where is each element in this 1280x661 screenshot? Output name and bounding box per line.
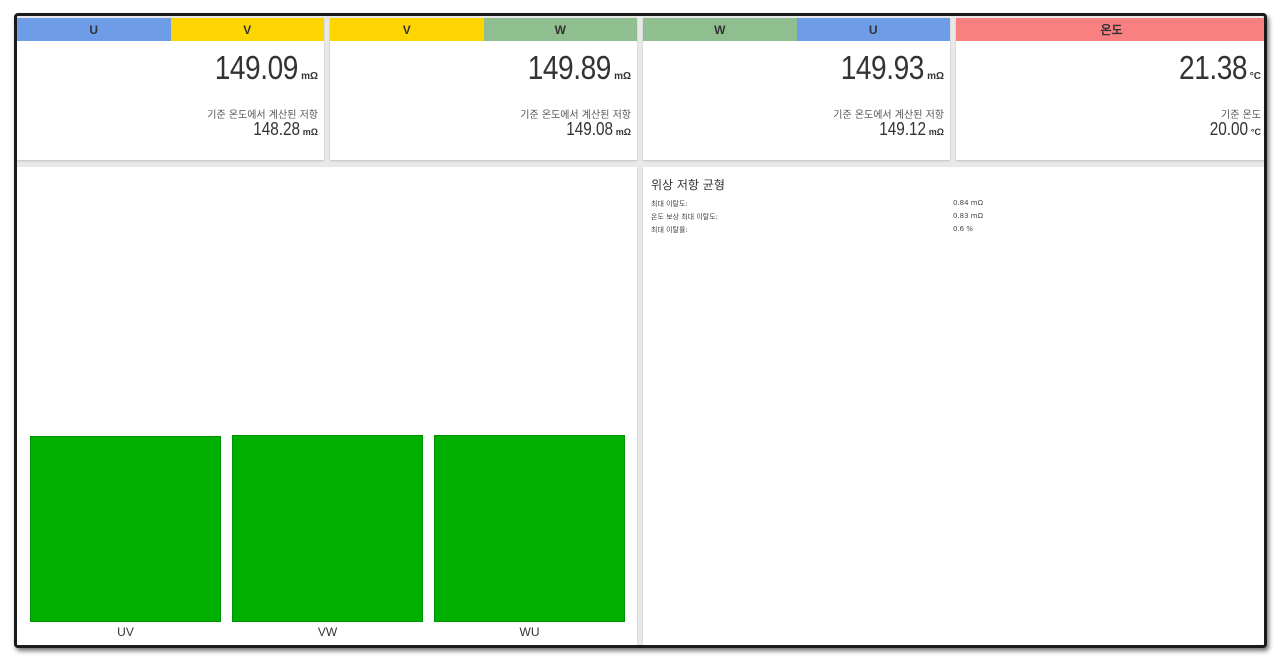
resistance-value: 149.09: [214, 49, 299, 86]
reference-value: 149.12: [878, 119, 926, 139]
phase-w-header: W: [643, 18, 797, 41]
balance-label: 최대 이탈률:: [651, 226, 688, 234]
phase-balance-title: 위상 저항 균형: [651, 178, 725, 192]
vw-resistance-card: V W 149.89 mΩ 기준 온도에서 계산된 저항 149.08 mΩ: [330, 18, 637, 160]
card-header: V W: [330, 18, 637, 41]
balance-row: 최대 이탈률: 0.6 %: [651, 225, 1251, 237]
uv-resistance-card: U V 149.09 mΩ 기준 온도에서 계산된 저항 148.28 mΩ: [17, 18, 324, 160]
bar-vw: [232, 434, 423, 622]
balance-label: 온도 보상 최대 이탈도:: [651, 213, 718, 221]
phase-balance-panel: 위상 저항 균형 최대 이탈도: 0.84 mΩ 온도 보상 최대 이탈도: 0…: [643, 167, 1264, 645]
temperature-unit: °C: [1249, 71, 1261, 82]
card-header: 온도: [956, 18, 1264, 41]
temperature-header: 온도: [956, 18, 1264, 41]
balance-value: 0.83 mΩ: [953, 212, 983, 220]
bar-uv: [30, 435, 221, 622]
reference-temperature-unit: °C: [1250, 127, 1261, 137]
phase-v-header: V: [330, 18, 484, 41]
resistance-value: 149.93: [840, 49, 925, 86]
resistance-unit: mΩ: [614, 71, 631, 82]
balance-value: 0.6 %: [953, 225, 974, 233]
phase-w-header: W: [483, 18, 637, 41]
balance-value: 0.84 mΩ: [953, 199, 983, 207]
resistance-unit: mΩ: [301, 71, 318, 82]
reference-unit: mΩ: [928, 127, 944, 137]
wu-resistance-card: W U 149.93 mΩ 기준 온도에서 계산된 저항 149.12 mΩ: [643, 18, 950, 160]
reference-temperature-value: 20.00: [1209, 119, 1248, 139]
bar-label-vw: VW: [317, 625, 338, 639]
temperature-card: 온도 21.38 °C 기준 온도 20.00 °C: [956, 18, 1264, 160]
balance-label: 최대 이탈도:: [651, 200, 688, 208]
phase-u-header: U: [17, 18, 171, 41]
balance-row: 최대 이탈도: 0.84 mΩ: [651, 199, 1251, 211]
reference-unit: mΩ: [615, 127, 631, 137]
card-header: U V: [17, 18, 324, 41]
bar-wu: [434, 434, 625, 622]
phase-v-header: V: [170, 18, 324, 41]
card-header: W U: [643, 18, 950, 41]
bar-label-wu: WU: [519, 625, 540, 639]
resistance-bar-chart: UV VW WU: [17, 167, 637, 645]
reference-value: 148.28: [252, 119, 300, 139]
dashboard-frame: U V 149.09 mΩ 기준 온도에서 계산된 저항 148.28 mΩ V…: [14, 13, 1267, 648]
balance-row: 온도 보상 최대 이탈도: 0.83 mΩ: [651, 212, 1251, 224]
resistance-unit: mΩ: [927, 71, 944, 82]
bar-label-uv: UV: [117, 625, 134, 639]
reference-value: 149.08: [565, 119, 613, 139]
resistance-value: 149.89: [527, 49, 612, 86]
temperature-value: 21.38: [1178, 49, 1248, 86]
reference-unit: mΩ: [302, 127, 318, 137]
phase-u-header: U: [796, 18, 950, 41]
